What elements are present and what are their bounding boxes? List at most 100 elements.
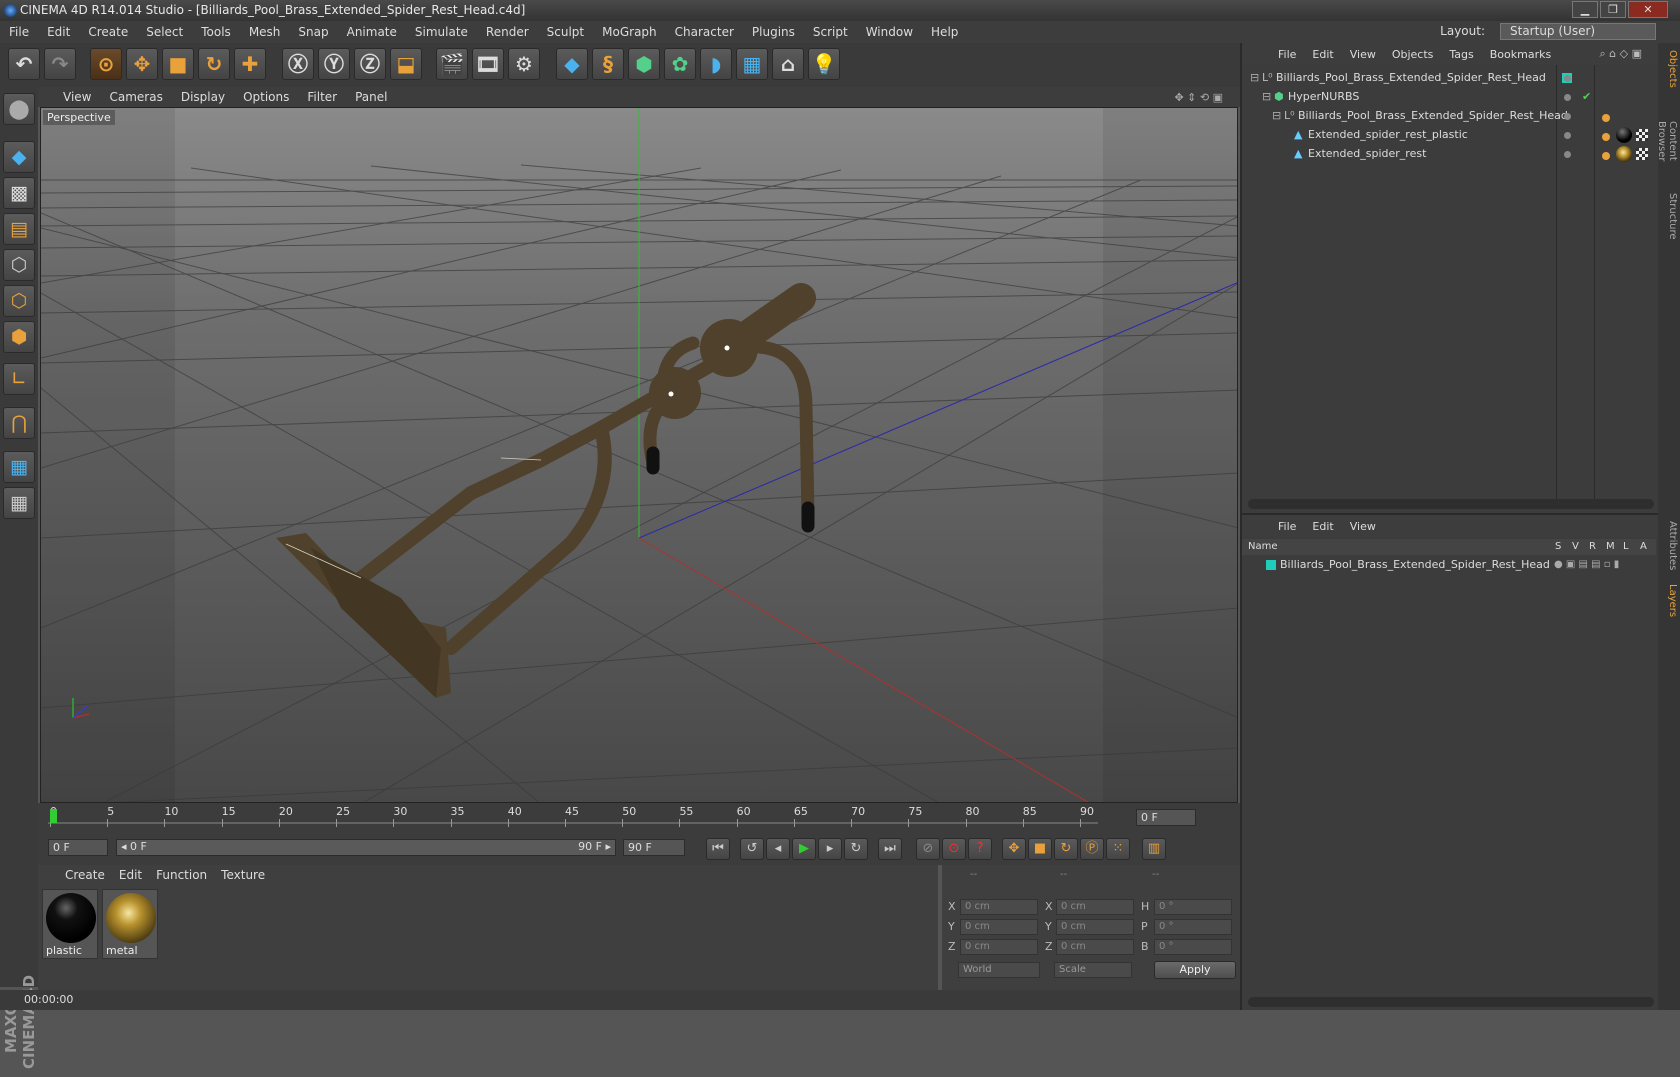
z-axis-icon[interactable]: Ⓩ — [354, 48, 386, 80]
layer-row[interactable]: Billiards_Pool_Brass_Extended_Spider_Res… — [1242, 556, 1656, 574]
render-settings-icon[interactable]: ⚙ — [508, 48, 540, 80]
viewport-menu-panel[interactable]: Panel — [346, 90, 396, 104]
texture-mode-icon[interactable]: ▩ — [3, 177, 35, 209]
timeline-window-icon[interactable]: ▥ — [1142, 838, 1166, 860]
object-manager-search-icons[interactable]: ⌕ ⌂ ◇ ▣ — [1592, 47, 1651, 61]
layer-col-r[interactable]: R — [1589, 539, 1596, 555]
position-y-field[interactable]: 0 cm — [960, 919, 1038, 935]
viewport-menu-filter[interactable]: Filter — [298, 90, 346, 104]
previous-key-icon[interactable]: ↺ — [740, 838, 764, 860]
recent-tool-icon[interactable]: ✚ — [234, 48, 266, 80]
menu-help[interactable]: Help — [922, 25, 967, 39]
redo-icon[interactable]: ↷ — [44, 48, 76, 80]
previous-frame-icon[interactable]: ◂ — [766, 838, 790, 860]
menu-snap[interactable]: Snap — [289, 25, 337, 39]
make-editable-icon[interactable]: ⬤ — [3, 93, 35, 125]
objects-menu-tags[interactable]: Tags — [1441, 48, 1481, 61]
objects-menu-file[interactable]: File — [1270, 48, 1304, 61]
play-icon[interactable]: ▶ — [792, 838, 816, 860]
menu-character[interactable]: Character — [666, 25, 743, 39]
key-rotation-icon[interactable]: ↻ — [1054, 838, 1078, 860]
layer-manager-scrollbar[interactable] — [1248, 997, 1654, 1007]
objects-menu-objects[interactable]: Objects — [1384, 48, 1442, 61]
menu-tools[interactable]: Tools — [192, 25, 240, 39]
key-scale-icon[interactable]: ■ — [1028, 838, 1052, 860]
tab-attributes[interactable]: Attributes — [1660, 521, 1678, 571]
layer-col-s[interactable]: S — [1555, 539, 1561, 555]
tab-content-browser[interactable]: Content Browser — [1656, 101, 1678, 181]
keyframe-selection-icon[interactable]: ? — [968, 838, 992, 860]
viewport-nav-icons[interactable]: ✥ ⇕ ⟲ ▣ — [1165, 91, 1232, 104]
workplane-mode-icon[interactable]: ▤ — [3, 213, 35, 245]
layer-col-l[interactable]: L — [1623, 539, 1629, 555]
uvw-tag-icon[interactable] — [1636, 148, 1648, 160]
menu-file[interactable]: File — [0, 25, 38, 39]
world-dropdown[interactable]: World — [958, 962, 1040, 978]
objects-menu-view[interactable]: View — [1342, 48, 1384, 61]
quantize-icon[interactable]: ▦ — [3, 487, 35, 519]
rotate-tool-icon[interactable]: ↻ — [198, 48, 230, 80]
object-row-group[interactable]: ⊟ L⁰ Billiards_Pool_Brass_Extended_Spide… — [1242, 106, 1568, 125]
object-row-plastic[interactable]: ▲ Extended_spider_rest_plastic — [1242, 125, 1556, 144]
uvw-tag-icon[interactable] — [1636, 129, 1648, 141]
size-x-field[interactable]: 0 cm — [1056, 899, 1134, 915]
menu-simulate[interactable]: Simulate — [406, 25, 477, 39]
current-frame-field[interactable]: 0 F — [48, 839, 108, 856]
floor-scene-icon[interactable]: ▦ — [736, 48, 768, 80]
material-tag-metal[interactable] — [1616, 146, 1632, 162]
phong-tag-icon[interactable] — [1602, 152, 1610, 160]
live-selection-icon[interactable]: ⊙ — [90, 48, 122, 80]
points-mode-icon[interactable]: ⬡ — [3, 249, 35, 281]
visibility-dot[interactable] — [1564, 94, 1571, 101]
next-frame-icon[interactable]: ▸ — [818, 838, 842, 860]
visibility-dot[interactable] — [1564, 75, 1571, 82]
coordinate-system-icon[interactable]: ⬓ — [390, 48, 422, 80]
layer-col-m[interactable]: M — [1606, 539, 1615, 555]
material-menu-function[interactable]: Function — [149, 868, 214, 882]
material-plastic[interactable]: plastic — [42, 889, 98, 959]
object-manager-scrollbar[interactable] — [1248, 499, 1654, 509]
x-axis-icon[interactable]: Ⓧ — [282, 48, 314, 80]
rotation-p-field[interactable]: 0 ° — [1154, 919, 1232, 935]
tab-structure[interactable]: Structure — [1660, 191, 1678, 241]
viewport-menu-cameras[interactable]: Cameras — [100, 90, 171, 104]
light-icon[interactable]: 💡 — [808, 48, 840, 80]
menu-mesh[interactable]: Mesh — [240, 25, 290, 39]
viewport-menu-view[interactable]: View — [54, 90, 100, 104]
menu-mograph[interactable]: MoGraph — [593, 25, 666, 39]
render-picture-viewer-icon[interactable]: 🎞 — [472, 48, 504, 80]
tab-objects[interactable]: Objects — [1660, 49, 1678, 89]
layer-color-swatch[interactable] — [1266, 560, 1276, 570]
size-y-field[interactable]: 0 cm — [1056, 919, 1134, 935]
menu-render[interactable]: Render — [477, 25, 538, 39]
objects-menu-bookmarks[interactable]: Bookmarks — [1482, 48, 1559, 61]
rotation-b-field[interactable]: 0 ° — [1154, 939, 1232, 955]
menu-select[interactable]: Select — [137, 25, 192, 39]
layer-col-a[interactable]: A — [1640, 539, 1647, 555]
spline-pen-icon[interactable]: § — [592, 48, 624, 80]
menu-window[interactable]: Window — [857, 25, 922, 39]
edges-mode-icon[interactable]: ⬡ — [3, 285, 35, 317]
layer-col-v[interactable]: V — [1572, 539, 1579, 555]
minimize-button[interactable]: ▁ — [1572, 1, 1598, 18]
layer-col-name[interactable]: Name — [1248, 539, 1278, 555]
viewport-menu-options[interactable]: Options — [234, 90, 298, 104]
undo-icon[interactable]: ↶ — [8, 48, 40, 80]
maximize-button[interactable]: ❐ — [1600, 1, 1626, 18]
viewport-label[interactable]: Perspective — [43, 110, 115, 125]
3d-viewport[interactable]: Perspective — [40, 107, 1238, 803]
menu-create[interactable]: Create — [79, 25, 137, 39]
material-menu-texture[interactable]: Texture — [214, 868, 272, 882]
camera-icon[interactable]: ⌂ — [772, 48, 804, 80]
collapse-icon[interactable]: ⊟ — [1250, 68, 1259, 87]
scale-tool-icon[interactable]: ■ — [162, 48, 194, 80]
object-row-hypernurbs[interactable]: ⊟ ⬢ HyperNURBS ✔ — [1242, 87, 1591, 106]
timeline-ruler[interactable]: 051015202530354045505560657075808590 0 F — [38, 803, 1240, 831]
visibility-dot[interactable] — [1564, 151, 1571, 158]
menu-plugins[interactable]: Plugins — [743, 25, 804, 39]
polygons-mode-icon[interactable]: ⬢ — [3, 321, 35, 353]
nurbs-icon[interactable]: ⬢ — [628, 48, 660, 80]
menu-script[interactable]: Script — [804, 25, 857, 39]
apply-button[interactable]: Apply — [1154, 961, 1236, 979]
phong-tag-icon[interactable] — [1602, 133, 1610, 141]
